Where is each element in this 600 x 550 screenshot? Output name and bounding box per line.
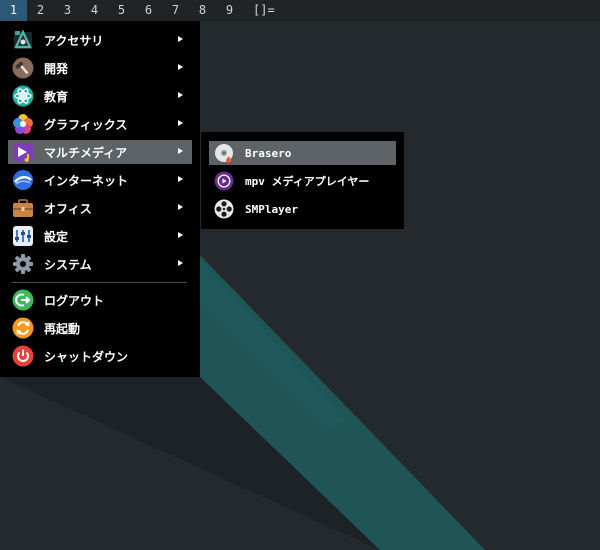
menu-item-internet[interactable]: インターネット (8, 168, 192, 192)
menu-item-system[interactable]: システム (8, 252, 192, 276)
workspace-8[interactable]: 8 (189, 0, 216, 21)
submenu-item-mpv[interactable]: mpv メディアプレイヤー (209, 169, 396, 193)
settings-icon (12, 225, 34, 247)
multimedia-icon (12, 141, 34, 163)
submenu-arrow-icon (178, 176, 183, 182)
menu-item-label: インターネット (44, 173, 129, 188)
submenu-item-smplayer[interactable]: SMPlayer (209, 197, 396, 221)
menu-separator (12, 282, 187, 283)
submenu-arrow-icon (178, 204, 183, 210)
submenu-item-label: SMPlayer (245, 202, 298, 216)
menu-item-label: 教育 (44, 89, 69, 104)
workspace-3[interactable]: 3 (54, 0, 81, 21)
menu-item-label: オフィス (44, 201, 92, 216)
workspace-5[interactable]: 5 (108, 0, 135, 21)
development-icon (12, 57, 34, 79)
menu-item-shutdown[interactable]: シャットダウン (8, 344, 192, 368)
submenu-item-label: mpv メディアプレイヤー (245, 175, 370, 188)
menu-item-accessories[interactable]: アクセサリ (8, 28, 192, 52)
menu-item-office[interactable]: オフィス (8, 196, 192, 220)
menu-item-reboot[interactable]: 再起動 (8, 316, 192, 340)
multimedia-submenu: Brasero mpv メディアプレイヤー SMPlayer (201, 132, 404, 229)
mpv-icon (214, 171, 234, 191)
menu-item-logout[interactable]: ログアウト (8, 288, 192, 312)
submenu-arrow-icon (178, 92, 183, 98)
internet-icon (12, 169, 34, 191)
brasero-icon (214, 143, 234, 163)
submenu-item-brasero[interactable]: Brasero (209, 141, 396, 165)
menu-item-graphics[interactable]: グラフィックス (8, 112, 192, 136)
menu-item-label: システム (44, 257, 92, 272)
workspace-9[interactable]: 9 (216, 0, 243, 21)
graphics-icon (12, 113, 34, 135)
submenu-arrow-icon (178, 120, 183, 126)
workspace-bar: 1 2 3 4 5 6 7 8 9 []= (0, 0, 600, 21)
menu-item-label: マルチメディア (44, 145, 128, 160)
application-menu: アクセサリ 開発 教育 グラフィックス マルチメディア インターネット オフィス… (0, 21, 200, 377)
menu-item-label: 開発 (44, 61, 69, 76)
logout-icon (12, 289, 34, 311)
power-icon (12, 345, 34, 367)
submenu-item-label: Brasero (245, 146, 292, 160)
submenu-arrow-icon (178, 232, 183, 238)
menu-item-label: シャットダウン (44, 349, 129, 364)
smplayer-icon (214, 199, 234, 219)
submenu-arrow-icon (178, 64, 183, 70)
workspace-6[interactable]: 6 (135, 0, 162, 21)
menu-item-label: アクセサリ (44, 33, 104, 48)
workspace-7[interactable]: 7 (162, 0, 189, 21)
menu-item-development[interactable]: 開発 (8, 56, 192, 80)
submenu-arrow-icon (178, 260, 183, 266)
menu-item-label: ログアウト (44, 293, 105, 308)
menu-item-education[interactable]: 教育 (8, 84, 192, 108)
menu-item-settings[interactable]: 設定 (8, 224, 192, 248)
gear-icon (12, 253, 34, 275)
menu-item-label: グラフィックス (44, 117, 128, 132)
accessories-icon (12, 29, 34, 51)
menu-item-label: 再起動 (44, 321, 81, 336)
layout-indicator[interactable]: []= (253, 0, 275, 21)
education-icon (12, 85, 34, 107)
submenu-arrow-icon (178, 148, 183, 154)
reboot-icon (12, 317, 34, 339)
workspace-2[interactable]: 2 (27, 0, 54, 21)
menu-item-multimedia[interactable]: マルチメディア (8, 140, 192, 164)
menu-item-label: 設定 (44, 229, 69, 244)
submenu-arrow-icon (178, 36, 183, 42)
office-icon (12, 197, 34, 219)
workspace-1[interactable]: 1 (0, 0, 27, 21)
workspace-4[interactable]: 4 (81, 0, 108, 21)
